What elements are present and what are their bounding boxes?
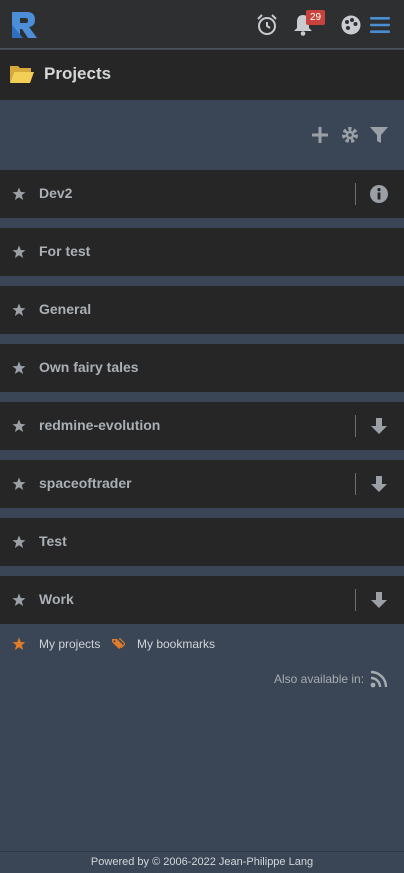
project-links: My projects My bookmarks xyxy=(0,634,404,656)
project-name-link[interactable]: For test xyxy=(39,243,90,259)
project-name-link[interactable]: Test xyxy=(39,533,67,549)
download-arrow-icon[interactable] xyxy=(369,416,389,436)
row-divider xyxy=(355,415,356,437)
project-name-link[interactable]: spaceoftrader xyxy=(39,475,132,491)
notification-count-badge[interactable]: 29 xyxy=(306,10,325,25)
project-row[interactable]: General xyxy=(0,286,404,334)
star-icon[interactable] xyxy=(12,477,26,491)
project-name-link[interactable]: General xyxy=(39,301,91,317)
my-projects-link[interactable]: My projects xyxy=(39,637,100,651)
download-arrow-icon[interactable] xyxy=(369,474,389,494)
bookmark-tags-icon xyxy=(112,638,125,649)
redmine-logo-icon[interactable] xyxy=(11,11,39,39)
star-icon[interactable] xyxy=(12,593,26,607)
project-name-link[interactable]: Work xyxy=(39,591,74,607)
project-name-link[interactable]: redmine-evolution xyxy=(39,417,160,433)
project-row[interactable]: redmine-evolution xyxy=(0,402,404,450)
row-divider xyxy=(355,183,356,205)
rss-feed-icon[interactable] xyxy=(370,669,389,688)
page-title-bar: Projects xyxy=(0,50,404,100)
download-arrow-icon[interactable] xyxy=(369,590,389,610)
star-icon[interactable] xyxy=(12,361,26,375)
star-icon[interactable] xyxy=(12,419,26,433)
top-bar: 29 xyxy=(0,0,404,49)
page-footer: Powered by © 2006-2022 Jean-Philippe Lan… xyxy=(0,851,404,873)
star-icon[interactable] xyxy=(12,535,26,549)
alarm-clock-icon[interactable] xyxy=(255,13,279,37)
hamburger-menu-icon[interactable] xyxy=(368,13,392,37)
project-row[interactable]: Own fairy tales xyxy=(0,344,404,392)
gear-icon[interactable] xyxy=(340,125,360,145)
page-title: Projects xyxy=(44,64,112,83)
my-bookmarks-link[interactable]: My bookmarks xyxy=(137,637,215,651)
star-icon xyxy=(12,637,26,650)
project-row[interactable]: Dev2 xyxy=(0,170,404,218)
filter-icon[interactable] xyxy=(369,125,389,145)
also-available-label: Also available in: xyxy=(274,672,365,686)
plus-icon[interactable] xyxy=(310,125,330,145)
project-row[interactable]: For test xyxy=(0,228,404,276)
palette-icon[interactable] xyxy=(339,13,363,37)
project-row[interactable]: Test xyxy=(0,518,404,566)
project-name-link[interactable]: Dev2 xyxy=(39,185,72,201)
star-icon[interactable] xyxy=(12,187,26,201)
star-icon[interactable] xyxy=(12,303,26,317)
row-divider xyxy=(355,473,356,495)
project-row[interactable]: Work xyxy=(0,576,404,624)
star-icon[interactable] xyxy=(12,245,26,259)
info-icon[interactable] xyxy=(369,184,389,204)
folder-open-icon xyxy=(10,66,34,83)
project-row[interactable]: spaceoftrader xyxy=(0,460,404,508)
project-name-link[interactable]: Own fairy tales xyxy=(39,359,139,375)
row-divider xyxy=(355,589,356,611)
